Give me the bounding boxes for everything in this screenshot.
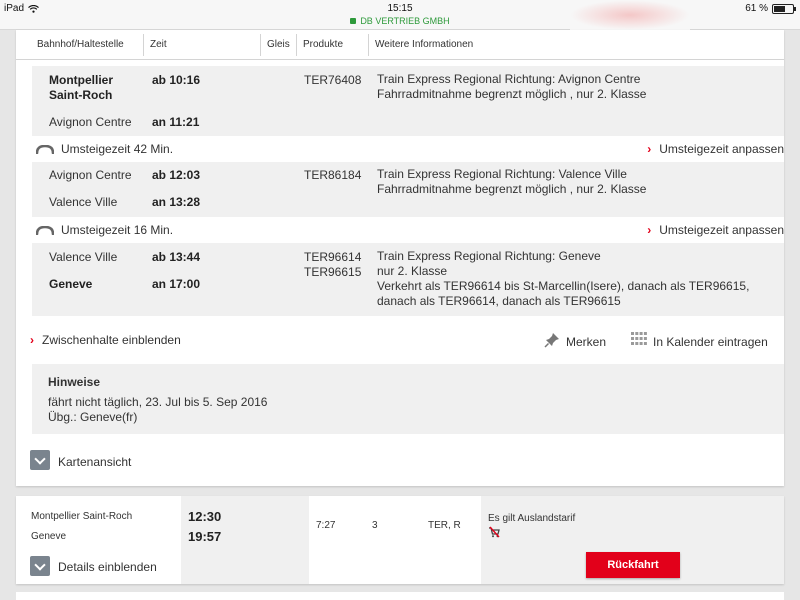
chevron-down-icon[interactable]	[30, 450, 50, 470]
header-time: Zeit	[150, 39, 167, 50]
product: TER86184	[304, 168, 362, 182]
transfer-time: Umsteigezeit 16 Min.	[61, 223, 174, 237]
arr-time: an 11:21	[152, 115, 200, 129]
map-view-label: Kartenansicht	[58, 455, 132, 469]
bookmark-link[interactable]: Merken	[566, 335, 606, 349]
arr-station: Avignon Centre	[49, 115, 132, 129]
adjust-transfer-link[interactable]: › Umsteigezeit anpassen	[647, 142, 784, 156]
dep-station: Montpellier	[49, 73, 114, 87]
dep-station: Avignon Centre	[49, 168, 132, 182]
calendar-icon[interactable]	[631, 332, 647, 346]
transfer-time: Umsteigezeit 42 Min.	[61, 142, 174, 156]
summary-arrival: 19:57	[188, 529, 222, 544]
show-intermediate-stops-label: Zwischenhalte einblenden	[42, 333, 181, 347]
show-intermediate-stops-link[interactable]: › Zwischenhalte einblenden	[30, 333, 181, 347]
summary-products: TER, R	[428, 520, 461, 531]
summary-changes: 3	[372, 520, 378, 531]
battery-percent: 61 %	[745, 3, 768, 14]
battery-fill	[774, 5, 785, 12]
header-products: Produkte	[303, 39, 344, 50]
header-divider	[368, 34, 369, 56]
summary-duration: 7:27	[316, 520, 336, 531]
header-divider	[143, 34, 144, 56]
chevron-right-icon: ›	[30, 333, 34, 347]
dep-time: ab 12:03	[152, 168, 201, 182]
notes-title: Hinweise	[48, 375, 101, 389]
arr-time: an 17:00	[152, 277, 201, 291]
tariff-note: Es gilt Auslandstarif	[488, 513, 576, 524]
journey-segment: Montpellier Saint-Roch ab 10:16 TER76408…	[32, 66, 784, 136]
dep-station: Valence Ville	[49, 250, 118, 264]
product: TER76408	[304, 73, 362, 87]
connection-detail-card: Bahnhof/Haltestelle Zeit Gleis Produkte …	[16, 30, 784, 486]
header-station: Bahnhof/Haltestelle	[37, 39, 124, 50]
status-right: 61 %	[745, 3, 796, 14]
journey-segment: Valence Ville ab 13:44 TER96614 TER96615…	[32, 243, 784, 316]
notes-line: fährt nicht täglich, 23. Jul bis 5. Sep …	[48, 395, 268, 409]
header-divider	[296, 34, 297, 56]
segment-info-line: Train Express Regional Richtung: Valence…	[377, 167, 627, 181]
adjust-transfer-label: Umsteigezeit anpassen	[659, 223, 784, 237]
segment-info-line: nur 2. Klasse	[377, 264, 448, 278]
browser-tab-indicator	[570, 0, 690, 30]
summary-from: Montpellier Saint-Roch	[31, 511, 133, 522]
notes-box: Hinweise fährt nicht täglich, 23. Jul bi…	[32, 364, 784, 434]
segment-info-line: Fahrradmitnahme begrenzt möglich , nur 2…	[377, 87, 647, 101]
segment-info-line: Train Express Regional Richtung: Geneve	[377, 249, 601, 263]
arr-station: Geneve	[49, 277, 93, 291]
chevron-right-icon: ›	[647, 223, 652, 237]
header-divider	[260, 34, 261, 56]
lock-icon	[350, 18, 357, 24]
notes-line: Übg.: Geneve(fr)	[48, 410, 138, 424]
table-header: Bahnhof/Haltestelle Zeit Gleis Produkte …	[16, 30, 784, 60]
product: TER96615	[304, 265, 362, 279]
arr-time: an 13:28	[152, 195, 201, 209]
transfer-row: Umsteigezeit 42 Min. › Umsteigezeit anpas…	[16, 136, 784, 162]
summary-to: Geneve	[31, 531, 67, 542]
battery-icon	[772, 3, 796, 14]
connection-summary-card[interactable]: Montpellier Saint-Roch Geneve 12:30 19:5…	[16, 496, 784, 584]
transfer-icon	[36, 226, 54, 235]
dep-station-line2: Saint-Roch	[49, 88, 113, 102]
return-trip-button[interactable]: Rückfahrt	[586, 552, 680, 578]
site-name: DB VERTRIEB GMBH	[360, 16, 450, 26]
dep-time: ab 13:44	[152, 250, 201, 264]
product: TER96614	[304, 250, 362, 264]
dep-time: ab 10:16	[152, 73, 201, 87]
segment-info-line: Fahrradmitnahme begrenzt möglich , nur 2…	[377, 182, 647, 196]
arr-station: Valence Ville	[49, 195, 118, 209]
pin-icon[interactable]	[544, 332, 560, 348]
segment-info-line: danach als TER96614, danach als TER96615	[377, 294, 621, 308]
no-booking-cart-icon	[489, 526, 500, 538]
actions-row: › Zwischenhalte einblenden Merken In Kale…	[16, 326, 784, 354]
add-to-calendar-link[interactable]: In Kalender eintragen	[653, 335, 768, 349]
adjust-transfer-label: Umsteigezeit anpassen	[659, 142, 784, 156]
segment-info-line: Train Express Regional Richtung: Avignon…	[377, 72, 641, 86]
segment-info-line: Verkehrt als TER96614 bis St-Marcellin(I…	[377, 279, 750, 293]
header-platform: Gleis	[267, 39, 290, 50]
header-info: Weitere Informationen	[375, 39, 474, 50]
summary-departure: 12:30	[188, 509, 222, 524]
transfer-row: Umsteigezeit 16 Min. › Umsteigezeit anpas…	[16, 217, 784, 243]
adjust-transfer-link[interactable]: › Umsteigezeit anpassen	[647, 223, 784, 237]
status-bar: iPad 15:15 DB VERTRIEB GMBH 61 %	[0, 0, 800, 30]
journey-segment: Avignon Centre ab 12:03 TER86184 Train E…	[32, 162, 784, 217]
chevron-down-icon[interactable]	[30, 556, 50, 576]
transfer-icon	[36, 145, 54, 154]
details-label: Details einblenden	[58, 560, 157, 574]
chevron-right-icon: ›	[647, 142, 652, 156]
next-connection-card[interactable]	[16, 592, 784, 600]
